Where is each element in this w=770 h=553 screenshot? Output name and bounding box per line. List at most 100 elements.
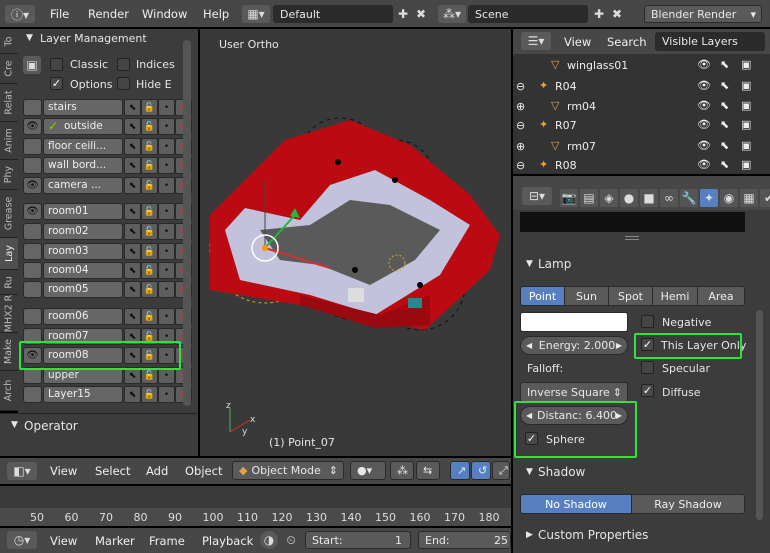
layer-visibility-toggle[interactable] — [23, 308, 42, 325]
tab-physics[interactable]: Phy — [0, 160, 18, 190]
layer-visibility-toggle[interactable] — [23, 99, 42, 116]
panel-collapse-icon[interactable]: ▼ — [26, 33, 33, 43]
outliner-item[interactable]: ⊕ ▽ rm07 👁 ⬉ ▣ — [515, 139, 760, 159]
layer-visibility-toggle[interactable]: 👁 — [23, 118, 42, 135]
layer-dot-icon[interactable]: • — [158, 177, 175, 194]
outliner-item[interactable]: ▽ winglass01 👁 ⬉ ▣ — [515, 58, 760, 78]
specular-checkbox[interactable] — [641, 361, 654, 374]
layer-name-field[interactable]: outside ✓ — [43, 118, 123, 135]
tab-arch[interactable]: Arch — [0, 371, 18, 411]
layer-visibility-toggle[interactable] — [23, 281, 42, 298]
timeline-menu-marker[interactable]: Marker — [95, 534, 135, 548]
properties-editor-icon[interactable]: ⊟▾ — [522, 187, 552, 205]
object-tab-icon[interactable]: ■ — [640, 189, 658, 207]
texture-tab-icon[interactable]: ▦ — [740, 189, 758, 207]
tab-create[interactable]: Cre — [0, 54, 18, 84]
classic-checkbox[interactable] — [50, 58, 63, 71]
layer-select-icon[interactable]: ⬉ — [124, 177, 141, 194]
custom-props-collapse-icon[interactable]: ▶ — [526, 530, 533, 540]
scene-tab-icon[interactable]: ◈ — [600, 189, 618, 207]
expand-icon[interactable]: ⊕ — [516, 100, 525, 113]
eye-icon[interactable]: 👁 — [697, 79, 711, 92]
operator-collapse-icon[interactable]: ▼ — [11, 420, 18, 430]
layer-dot-icon[interactable]: • — [158, 281, 175, 298]
expand-icon[interactable]: ⊖ — [516, 159, 525, 172]
layer-lock-icon[interactable]: 🔓 — [141, 386, 158, 403]
data-tab-icon[interactable]: ✦ — [700, 189, 718, 207]
options-checkbox[interactable]: ✓ — [50, 77, 63, 90]
outliner-item[interactable]: ⊖ ✦ R07 👁 ⬉ ▣ — [515, 118, 760, 138]
manipulator-toggle[interactable]: ⇆ — [416, 461, 440, 480]
layer-select-icon[interactable]: ⬉ — [124, 243, 141, 260]
render-icon[interactable]: ▣ — [741, 118, 751, 131]
scale-toggle[interactable]: ⤢ — [492, 461, 510, 480]
rotate-toggle[interactable]: ↺ — [471, 461, 491, 480]
layer-lock-icon[interactable]: 🔓 — [141, 99, 158, 116]
hide-empty-checkbox[interactable] — [117, 77, 130, 90]
layer-lock-icon[interactable]: 🔓 — [141, 243, 158, 260]
layout-icon[interactable]: ▦▾ — [242, 5, 270, 23]
negative-checkbox[interactable] — [641, 315, 654, 328]
layer-dot-icon[interactable]: • — [158, 157, 175, 174]
layout-field[interactable]: Default — [273, 5, 393, 23]
tab-animation[interactable]: Anim — [0, 122, 18, 160]
render-icon[interactable]: ▣ — [741, 79, 751, 92]
editor-type-icon[interactable]: ◧▾ — [7, 462, 37, 480]
eye-icon[interactable]: 👁 — [697, 139, 711, 152]
close-layout-icon[interactable]: ✖ — [412, 5, 430, 23]
layer-dot-icon[interactable]: • — [158, 223, 175, 240]
cursor-icon[interactable]: ⬉ — [720, 139, 729, 152]
eye-icon[interactable]: 👁 — [697, 118, 711, 131]
tab-layers[interactable]: Lay — [0, 238, 18, 270]
layer-visibility-toggle[interactable]: 👁 — [23, 177, 42, 194]
layer-dot-icon[interactable]: • — [158, 308, 175, 325]
properties-scrollbar[interactable] — [756, 310, 763, 520]
expand-icon[interactable]: ⊖ — [516, 80, 525, 93]
outliner-item[interactable]: ⊕ ▽ rm04 👁 ⬉ ▣ — [515, 99, 760, 119]
layer-name-field[interactable]: room01 — [43, 203, 123, 220]
layer-select-icon[interactable]: ⬉ — [124, 281, 141, 298]
layer-name-field[interactable]: camera ... — [43, 177, 123, 194]
layer-lock-icon[interactable]: 🔓 — [141, 281, 158, 298]
cursor-icon[interactable]: ⬉ — [720, 79, 729, 92]
preview-resize-handle[interactable] — [625, 236, 639, 240]
shading-select[interactable]: ●▾ — [350, 461, 386, 480]
shadow-panel-title[interactable]: Shadow — [538, 465, 585, 479]
layer-lock-icon[interactable]: 🔓 — [141, 118, 158, 135]
layer-visibility-toggle[interactable]: 👁 — [23, 203, 42, 220]
timeline-menu-frame[interactable]: Frame — [149, 534, 185, 548]
layer-lock-icon[interactable]: 🔓 — [141, 177, 158, 194]
eye-icon[interactable]: 👁 — [697, 158, 711, 171]
layer-name-field[interactable]: Layer15 — [43, 386, 123, 403]
tab-tools[interactable]: To — [0, 29, 18, 54]
layer-dot-icon[interactable]: • — [158, 262, 175, 279]
layer-visibility-toggle[interactable] — [23, 262, 42, 279]
layer-dot-icon[interactable]: • — [158, 243, 175, 260]
layer-name-field[interactable]: floor ceili... — [43, 138, 123, 155]
layer-visibility-toggle[interactable] — [23, 243, 42, 260]
menu-file[interactable]: File — [50, 7, 69, 21]
layer-name-field[interactable]: room04 — [43, 262, 123, 279]
cursor-icon[interactable]: ⬉ — [720, 58, 729, 71]
start-frame-field[interactable]: Start: 1 — [305, 531, 411, 549]
lamp-collapse-icon[interactable]: ▼ — [526, 259, 533, 269]
layer-name-field[interactable]: room06 — [43, 308, 123, 325]
constraints-tab-icon[interactable]: ∞ — [660, 189, 678, 207]
tab-ru[interactable]: Ru — [0, 270, 18, 295]
layer-visibility-toggle[interactable] — [23, 223, 42, 240]
scene-field[interactable]: Scene — [468, 5, 588, 23]
no-shadow-button[interactable]: No Shadow — [520, 494, 632, 514]
outliner-filter-select[interactable]: Visible Layers — [655, 32, 765, 51]
keyframe-icon[interactable]: ◑ — [260, 531, 278, 549]
material-tab-icon[interactable]: ◉ — [720, 189, 738, 207]
layer-select-icon[interactable]: ⬉ — [124, 386, 141, 403]
expand-icon[interactable]: ⊕ — [516, 140, 525, 153]
layer-dot-icon[interactable]: • — [158, 99, 175, 116]
lamp-type-sun[interactable]: Sun — [564, 286, 609, 306]
layer-lock-icon[interactable]: 🔓 — [141, 262, 158, 279]
render-icon[interactable]: ▣ — [741, 158, 751, 171]
tab-mhx2[interactable]: MHX2 R — [0, 295, 18, 333]
translate-toggle[interactable]: ↗ — [450, 461, 470, 480]
tab-grease[interactable]: Grease — [0, 190, 18, 238]
layer-lock-icon[interactable]: 🔓 — [141, 138, 158, 155]
